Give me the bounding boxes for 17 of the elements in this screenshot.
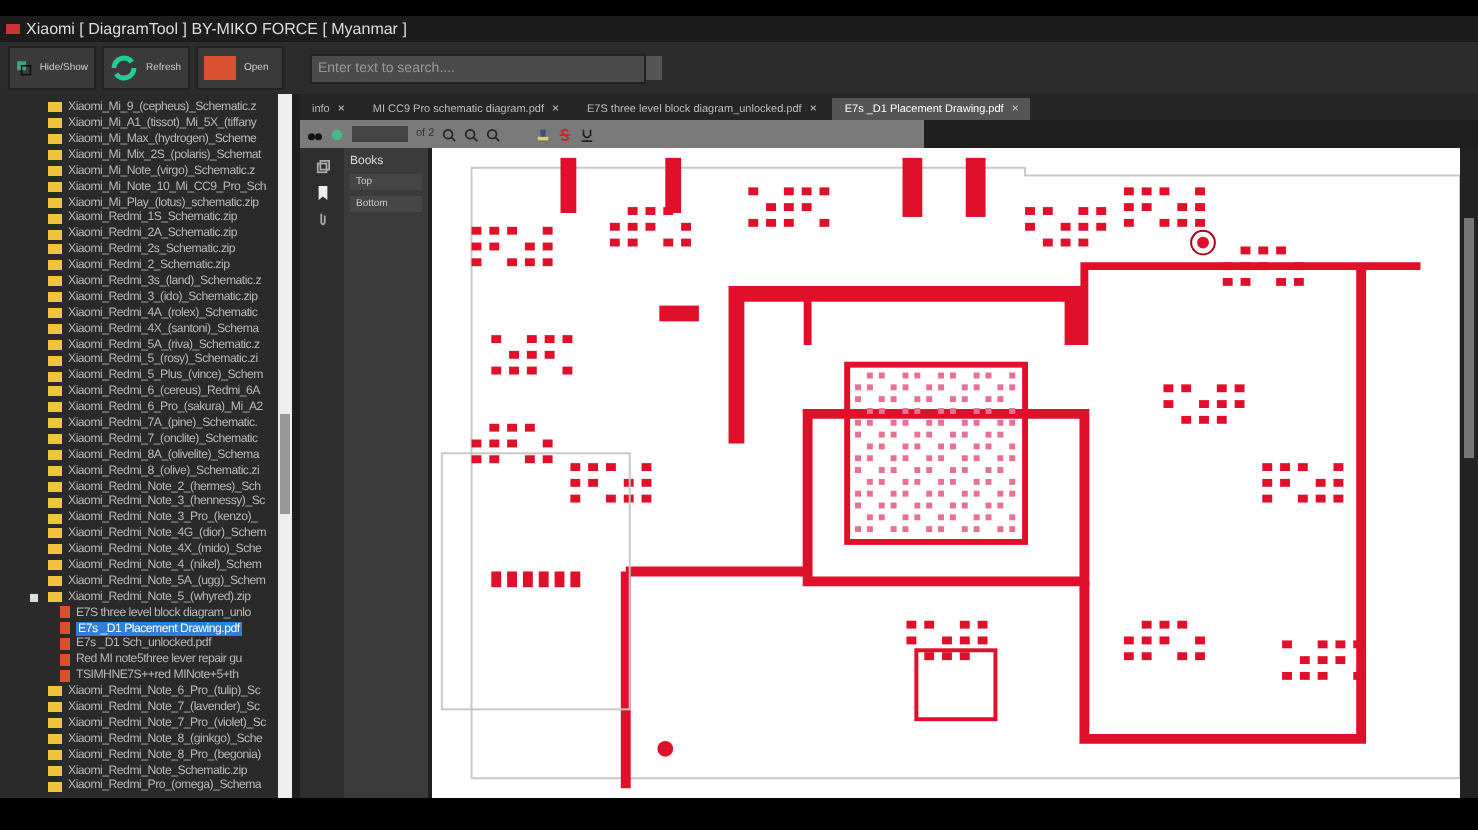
zoom-in-icon[interactable] [442, 127, 457, 141]
expand-toggle[interactable] [30, 593, 38, 602]
window-title: Xiaomi [ DiagramTool ] BY-MIKO FORCE [ Myanmar ] [26, 20, 407, 38]
app-icon [6, 24, 20, 34]
page-field[interactable] [352, 126, 408, 142]
zoom-icon[interactable] [486, 127, 501, 141]
scrollbar[interactable] [1460, 148, 1478, 798]
highlighter-icon[interactable] [536, 127, 551, 141]
underline-icon[interactable] [580, 127, 595, 141]
binoculars-icon[interactable] [308, 127, 322, 141]
pages-icon[interactable] [315, 160, 329, 174]
bookmark-icon[interactable] [315, 186, 329, 200]
scrollbar[interactable] [278, 94, 292, 798]
paperclip-icon[interactable] [315, 212, 329, 226]
refresh-icon [110, 54, 138, 82]
zoom-out-icon[interactable] [464, 127, 479, 141]
pdf-file-icon [204, 56, 236, 80]
